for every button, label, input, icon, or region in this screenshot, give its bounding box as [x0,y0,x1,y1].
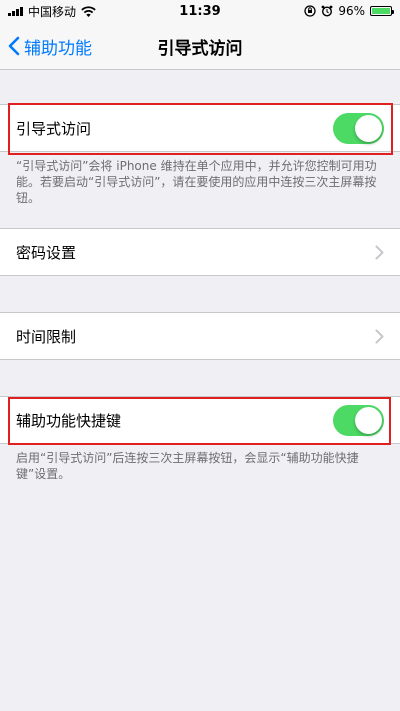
passcode-settings-row[interactable]: 密码设置 [0,228,400,276]
chevron-right-icon [375,245,384,259]
passcode-settings-label: 密码设置 [16,243,77,262]
time-limits-label: 时间限制 [16,327,77,346]
guided-access-footnote: “引导式访问”会将 iPhone 维持在单个应用中，并允许您控制可用功能。若要启… [16,159,377,205]
status-bar: 中国移动 11:39 96% [0,0,400,22]
chevron-left-icon [8,36,20,56]
navigation-bar: 辅助功能 引导式访问 [0,22,400,70]
accessibility-shortcut-label: 辅助功能快捷键 [16,411,122,430]
carrier-label: 中国移动 [28,4,77,19]
rotation-lock-icon [304,5,316,17]
accessibility-shortcut-footnote: 启用“引导式访问”后连按三次主屏幕按钮，会显示“辅助功能快捷键”设置。 [16,451,359,481]
battery-icon [370,6,394,16]
guided-access-row: 引导式访问 [0,104,400,152]
back-button[interactable]: 辅助功能 [8,22,92,70]
chevron-right-icon [375,329,384,343]
signal-icon [8,6,23,16]
battery-percent: 96% [338,4,365,18]
accessibility-shortcut-row: 辅助功能快捷键 [0,396,400,444]
back-label: 辅助功能 [24,38,92,59]
time-limits-row[interactable]: 时间限制 [0,312,400,360]
status-right: 96% [304,4,394,18]
toggle-knob [355,114,382,142]
toggle-knob [355,406,382,434]
alarm-icon [321,5,333,17]
guided-access-toggle[interactable] [333,112,384,144]
wifi-icon [81,5,96,17]
accessibility-shortcut-toggle[interactable] [333,404,384,436]
guided-access-label: 引导式访问 [16,119,92,138]
status-left: 中国移动 [8,3,96,20]
